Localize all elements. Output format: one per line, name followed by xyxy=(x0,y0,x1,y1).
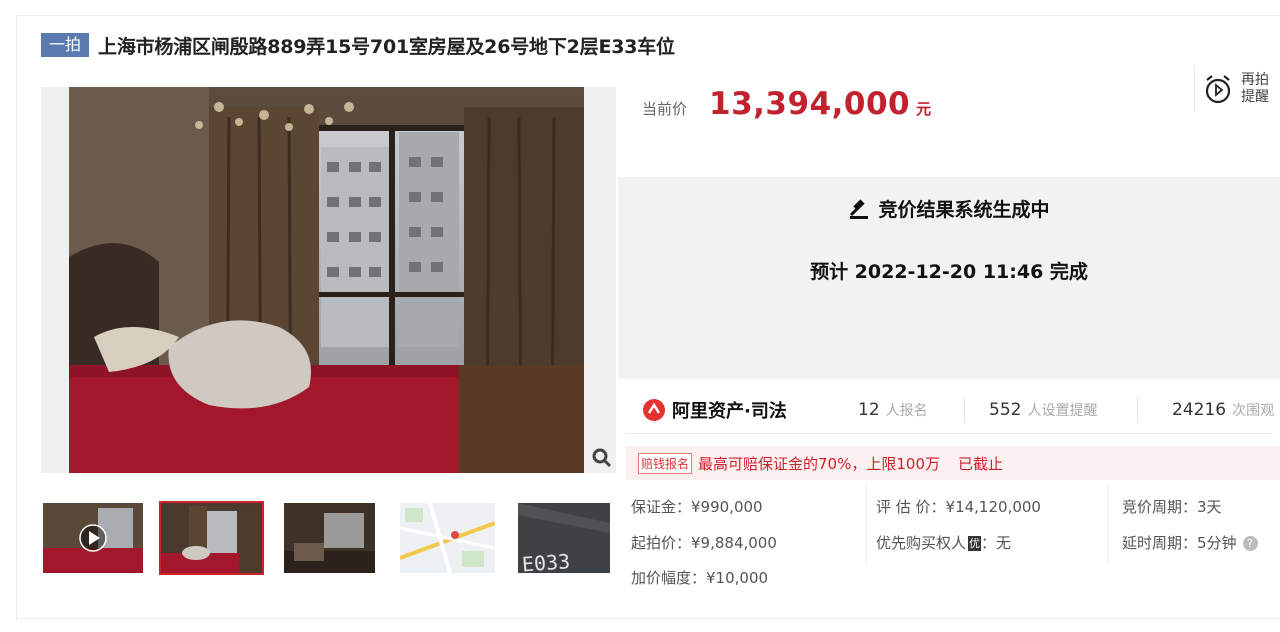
signup-count: 12 人报名 xyxy=(858,400,928,420)
status-title: 竞价结果系统生成中 xyxy=(878,199,1050,221)
compensation-status: 已截止 xyxy=(958,454,1004,473)
auction-round-badge: 一拍 xyxy=(41,33,90,57)
current-price: 当前价 13,394,000 元 xyxy=(642,86,931,122)
appraisal-price: 评 估 价：¥14,120,000 xyxy=(876,498,1041,516)
bedroom-thumbnail[interactable] xyxy=(159,501,264,575)
current-price-label: 当前价 xyxy=(642,100,688,118)
delay-cycle: 延时周期：5分钟? xyxy=(1122,532,1258,553)
stats-row: 阿里资产·司法 12 人报名 552 人设置提醒 24216 次围观 xyxy=(642,392,1280,428)
gavel-icon xyxy=(850,198,869,219)
parking-code: E033 xyxy=(521,549,571,573)
help-question-icon[interactable]: ? xyxy=(1242,536,1258,551)
parking-thumbnail[interactable]: E033 xyxy=(518,503,610,573)
current-price-unit: 元 xyxy=(916,100,932,118)
title-row: 一拍 上海市杨浦区闸殷路889弄15号701室房屋及26号地下2层E33车位 xyxy=(41,31,675,59)
map-thumbnail[interactable] xyxy=(400,503,495,573)
remind-line2: 提醒 xyxy=(1241,89,1269,105)
relist-reminder-button[interactable]: 再拍 提醒 xyxy=(1194,66,1280,112)
view-count: 24216 次围观 xyxy=(1172,400,1275,420)
bid-increment: 加价幅度：¥10,000 xyxy=(631,569,769,587)
deposit: 保证金：¥990,000 xyxy=(631,498,763,516)
main-image-viewer[interactable] xyxy=(41,87,616,473)
compensation-text: 最高可赔保证金的70%，上限100万 xyxy=(698,454,940,473)
current-price-value: 13,394,000 xyxy=(709,86,911,122)
priority-buyer: 优先购买权人 优：无 xyxy=(876,534,1012,552)
priority-badge: 优 xyxy=(968,536,982,551)
alarm-clock-icon xyxy=(1205,75,1231,104)
status-subtitle: 预计 2022-12-20 11:46 完成 xyxy=(810,261,1088,283)
compensation-tag: 赔钱报名 xyxy=(638,452,693,474)
brand: 阿里资产·司法 xyxy=(642,397,842,423)
page-title: 上海市杨浦区闸殷路889弄15号701室房屋及26号地下2层E33车位 xyxy=(98,35,675,58)
bid-cycle: 竞价周期：3天 xyxy=(1122,498,1222,516)
video-thumbnail[interactable] xyxy=(43,503,143,573)
reminder-count: 552 人设置提醒 xyxy=(989,400,1098,420)
start-price: 起拍价：¥9,884,000 xyxy=(631,534,777,552)
brand-name: 阿里资产·司法 xyxy=(672,401,787,422)
compensation-notice: 赔钱报名 最高可赔保证金的70%，上限100万 已截止 xyxy=(626,446,1280,480)
bedroom-photo xyxy=(69,87,584,473)
living-room-thumbnail[interactable] xyxy=(284,503,375,573)
ali-assets-logo-icon xyxy=(643,399,665,421)
zoom-search-icon[interactable] xyxy=(590,445,614,471)
remind-line1: 再拍 xyxy=(1241,72,1269,88)
auction-status-panel: 竞价结果系统生成中 预计 2022-12-20 11:46 完成 xyxy=(618,177,1280,379)
divider xyxy=(626,433,1272,434)
